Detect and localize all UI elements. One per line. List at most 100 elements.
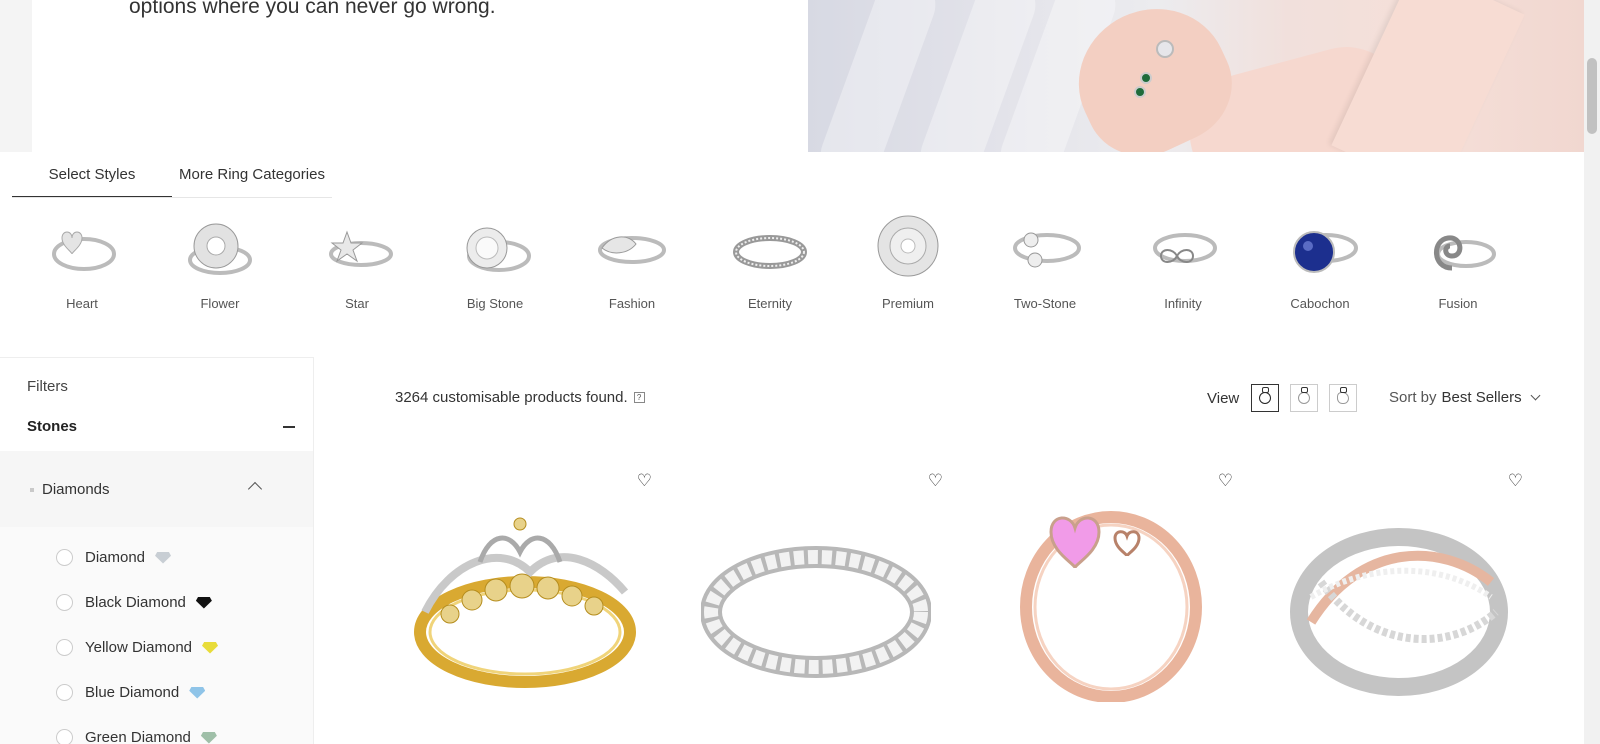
ring-front-icon [1298, 387, 1311, 404]
style-label: Two-Stone [1013, 296, 1077, 311]
big-stone-ring-icon [455, 210, 535, 290]
page-scrollbar[interactable] [1584, 0, 1600, 744]
results-count: 3264 customisable products found. ? [395, 389, 645, 406]
black-diamond-icon [195, 596, 212, 609]
hero-banner: options where you can never go wrong. [0, 0, 1584, 152]
wishlist-heart-icon[interactable]: ♡ [1508, 472, 1523, 489]
style-item-cabochon[interactable]: Cabochon [1250, 210, 1390, 311]
style-label: Fusion [1438, 296, 1478, 311]
radio-button[interactable] [56, 684, 73, 701]
radio-button[interactable] [56, 549, 73, 566]
diamond-icon [155, 551, 172, 564]
style-label: Premium [881, 296, 934, 311]
cabochon-ring-icon [1280, 210, 1360, 290]
fashion-ring-icon [592, 210, 672, 290]
style-item-infinity[interactable]: Infinity [1113, 210, 1253, 311]
stone-options: Diamond Black Diamond Yellow Diamond Blu… [0, 527, 313, 744]
wishlist-heart-icon[interactable]: ♡ [1218, 472, 1233, 489]
filters-sidebar: Filters Stones Diamonds Diamond Black Di… [0, 357, 314, 744]
wishlist-heart-icon[interactable]: ♡ [637, 472, 652, 489]
star-ring-icon [317, 210, 397, 290]
style-label: Cabochon [1290, 296, 1350, 311]
bullet-icon [30, 487, 34, 492]
results-count-text: 3264 customisable products found. [395, 389, 628, 406]
sort-prefix: Sort by [1389, 389, 1437, 406]
stone-name: Diamond [85, 549, 146, 566]
view-switcher: View [1207, 384, 1368, 412]
style-label: Flower [200, 296, 240, 311]
stone-option-diamond[interactable]: Diamond [56, 549, 172, 566]
style-label: Big Stone [466, 296, 524, 311]
infinity-ring-icon [1143, 210, 1223, 290]
stone-option-green-diamond[interactable]: Green Diamond [56, 729, 217, 744]
green-diamond-icon [200, 731, 217, 744]
style-item-star[interactable]: Star [287, 210, 427, 311]
chevron-up-icon[interactable] [247, 481, 263, 497]
stone-name: Black Diamond [85, 594, 186, 611]
stone-option-black-diamond[interactable]: Black Diamond [56, 594, 212, 611]
wishlist-heart-icon[interactable]: ♡ [928, 472, 943, 489]
product-image [414, 517, 636, 688]
hero-text-panel: options where you can never go wrong. [32, 0, 808, 152]
view-hand-button[interactable] [1329, 384, 1358, 412]
diamonds-group[interactable]: Diamonds [0, 451, 313, 527]
style-item-eternity[interactable]: Eternity [700, 210, 840, 311]
tab-select-styles[interactable]: Select Styles [12, 156, 172, 197]
style-item-fusion[interactable]: Fusion [1388, 210, 1528, 311]
view-label: View [1207, 389, 1240, 407]
help-icon[interactable]: ? [633, 392, 645, 403]
flower-ring-icon [180, 210, 260, 290]
style-item-premium[interactable]: Premium [838, 210, 978, 311]
eternity-ring-icon [730, 210, 810, 290]
style-label: Fashion [608, 296, 656, 311]
blue-diamond-icon [189, 686, 206, 699]
scrollbar-thumb[interactable] [1587, 58, 1597, 134]
heart-ring-icon [42, 210, 122, 290]
fusion-ring-icon [1418, 210, 1498, 290]
product-image [1020, 511, 1202, 702]
product-card[interactable]: ♡ [1261, 462, 1543, 744]
filters-title: Filters [27, 378, 68, 395]
diamonds-label: Diamonds [42, 481, 110, 498]
premium-ring-icon [868, 210, 948, 290]
radio-button[interactable] [56, 639, 73, 656]
stone-option-blue-diamond[interactable]: Blue Diamond [56, 684, 206, 701]
style-item-flower[interactable]: Flower [150, 210, 290, 311]
view-front-button[interactable] [1290, 384, 1319, 412]
style-label: Star [345, 296, 369, 311]
view-angled-button[interactable] [1251, 384, 1280, 412]
product-card[interactable]: ♡ [390, 462, 672, 744]
radio-button[interactable] [56, 729, 73, 744]
style-item-big-stone[interactable]: Big Stone [425, 210, 565, 311]
tab-more-ring-categories[interactable]: More Ring Categories [172, 156, 332, 197]
sort-value: Best Sellers [1441, 389, 1522, 406]
product-grid: ♡ ♡ ♡ ♡ [390, 462, 1560, 744]
style-item-heart[interactable]: Heart [12, 210, 152, 311]
stone-name: Green Diamond [85, 729, 191, 744]
hero-text: options where you can never go wrong. [129, 0, 496, 18]
style-label: Eternity [747, 296, 793, 311]
stones-title: Stones [27, 418, 78, 435]
stones-filter-header[interactable]: Stones [27, 418, 295, 435]
ring-hand-icon [1337, 387, 1350, 404]
sort-dropdown[interactable]: Sort by Best Sellers [1389, 389, 1541, 406]
product-card[interactable]: ♡ [971, 462, 1253, 744]
style-item-fashion[interactable]: Fashion [562, 210, 702, 311]
collapse-minus-icon[interactable] [283, 425, 295, 428]
hero-image [808, 0, 1584, 152]
style-label: Infinity [1164, 296, 1202, 311]
radio-button[interactable] [56, 594, 73, 611]
style-carousel: Heart Flower Star Big Stone Fashion Eter… [12, 210, 1552, 320]
style-tabs: Select Styles More Ring Categories [12, 156, 332, 198]
product-image [1290, 528, 1508, 696]
stone-name: Blue Diamond [85, 684, 180, 701]
yellow-diamond-icon [202, 641, 219, 654]
two-stone-ring-icon [1005, 210, 1085, 290]
style-label: Heart [66, 296, 98, 311]
style-item-two-stone[interactable]: Two-Stone [975, 210, 1115, 311]
stone-name: Yellow Diamond [85, 639, 193, 656]
product-card[interactable]: ♡ [681, 462, 963, 744]
chevron-down-icon [1530, 390, 1541, 401]
product-image [701, 546, 931, 678]
stone-option-yellow-diamond[interactable]: Yellow Diamond [56, 639, 219, 656]
